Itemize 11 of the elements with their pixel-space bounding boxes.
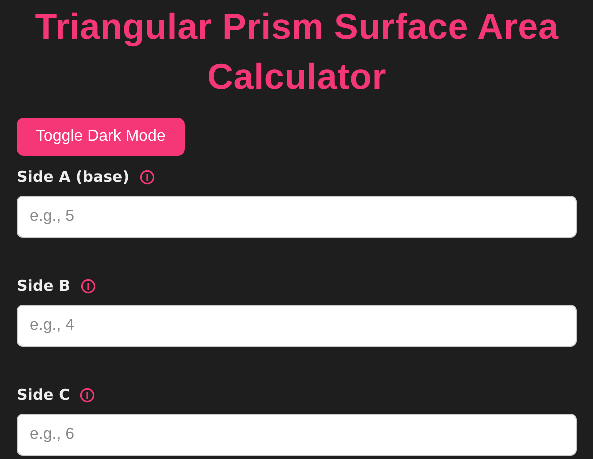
input-field[interactable]: e.g., 6 xyxy=(17,414,577,456)
input-field[interactable]: e.g., 4 xyxy=(17,305,577,347)
page-title: Triangular Prism Surface Area Calculator xyxy=(34,5,560,99)
field-label: Side C xyxy=(17,386,70,404)
info-icon[interactable] xyxy=(140,170,155,184)
toggle-dark-mode-button[interactable]: Toggle Dark Mode xyxy=(17,118,185,156)
field-label: Side B xyxy=(17,277,71,295)
field-label: Side A (base) xyxy=(17,168,130,186)
info-icon[interactable] xyxy=(80,388,96,402)
input-field[interactable]: e.g., 5 xyxy=(17,196,577,238)
info-icon[interactable] xyxy=(80,278,96,294)
